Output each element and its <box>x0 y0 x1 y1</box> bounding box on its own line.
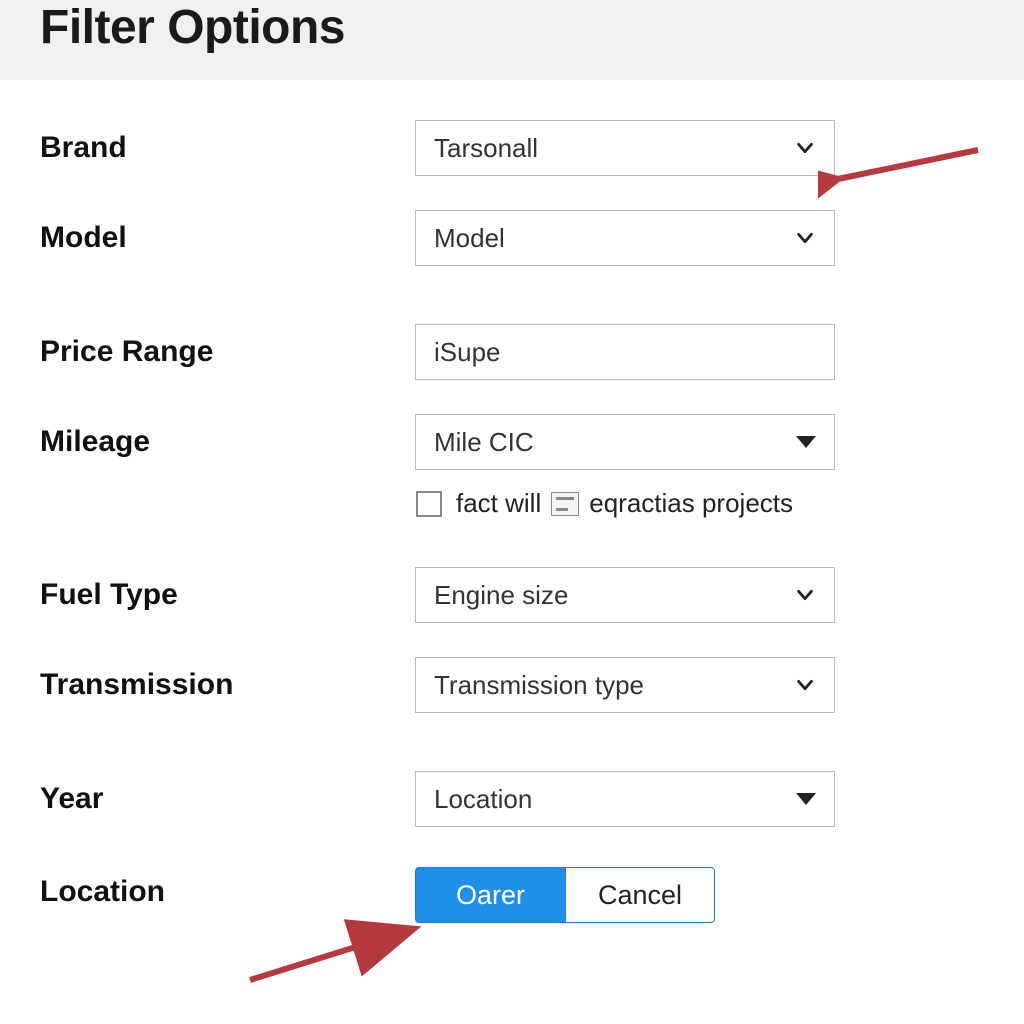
transmission-select[interactable]: Transmission type <box>415 657 835 713</box>
filter-form: Brand Tarsonall Model Model Price Range <box>0 80 1024 923</box>
caret-down-icon <box>796 436 816 448</box>
brand-select-value: Tarsonall <box>434 133 794 164</box>
model-label: Model <box>40 221 415 255</box>
fuel-type-label: Fuel Type <box>40 578 415 612</box>
chevron-down-icon <box>794 137 816 159</box>
checkbox-row: fact will eqractias projects <box>416 488 984 519</box>
primary-button[interactable]: Oarer <box>415 867 565 923</box>
brand-label: Brand <box>40 131 415 165</box>
year-select-value: Location <box>434 784 796 815</box>
cancel-button[interactable]: Cancel <box>565 867 715 923</box>
price-range-value: iSupe <box>434 337 816 368</box>
chevron-down-icon <box>794 584 816 606</box>
brand-select[interactable]: Tarsonall <box>415 120 835 176</box>
dialog-header: Filter Options <box>0 0 1024 80</box>
year-select[interactable]: Location <box>415 771 835 827</box>
chevron-down-icon <box>794 227 816 249</box>
checkbox-text-left: fact will <box>456 488 541 519</box>
document-icon <box>551 492 579 516</box>
model-select[interactable]: Model <box>415 210 835 266</box>
mileage-select[interactable]: Mile CIC <box>415 414 835 470</box>
fact-will-checkbox[interactable] <box>416 491 442 517</box>
year-label: Year <box>40 782 415 816</box>
page-title: Filter Options <box>40 0 984 55</box>
price-range-label: Price Range <box>40 335 415 369</box>
caret-down-icon <box>796 793 816 805</box>
chevron-down-icon <box>794 674 816 696</box>
transmission-select-value: Transmission type <box>434 670 794 701</box>
transmission-label: Transmission <box>40 668 415 702</box>
fuel-type-select[interactable]: Engine size <box>415 567 835 623</box>
price-range-input[interactable]: iSupe <box>415 324 835 380</box>
checkbox-text-right: eqractias projects <box>589 488 793 519</box>
model-select-value: Model <box>434 223 794 254</box>
cancel-button-label: Cancel <box>598 880 682 911</box>
fuel-type-select-value: Engine size <box>434 580 794 611</box>
mileage-select-value: Mile CIC <box>434 427 796 458</box>
location-label: Location <box>40 875 415 909</box>
primary-button-label: Oarer <box>456 880 525 911</box>
mileage-label: Mileage <box>40 425 415 459</box>
